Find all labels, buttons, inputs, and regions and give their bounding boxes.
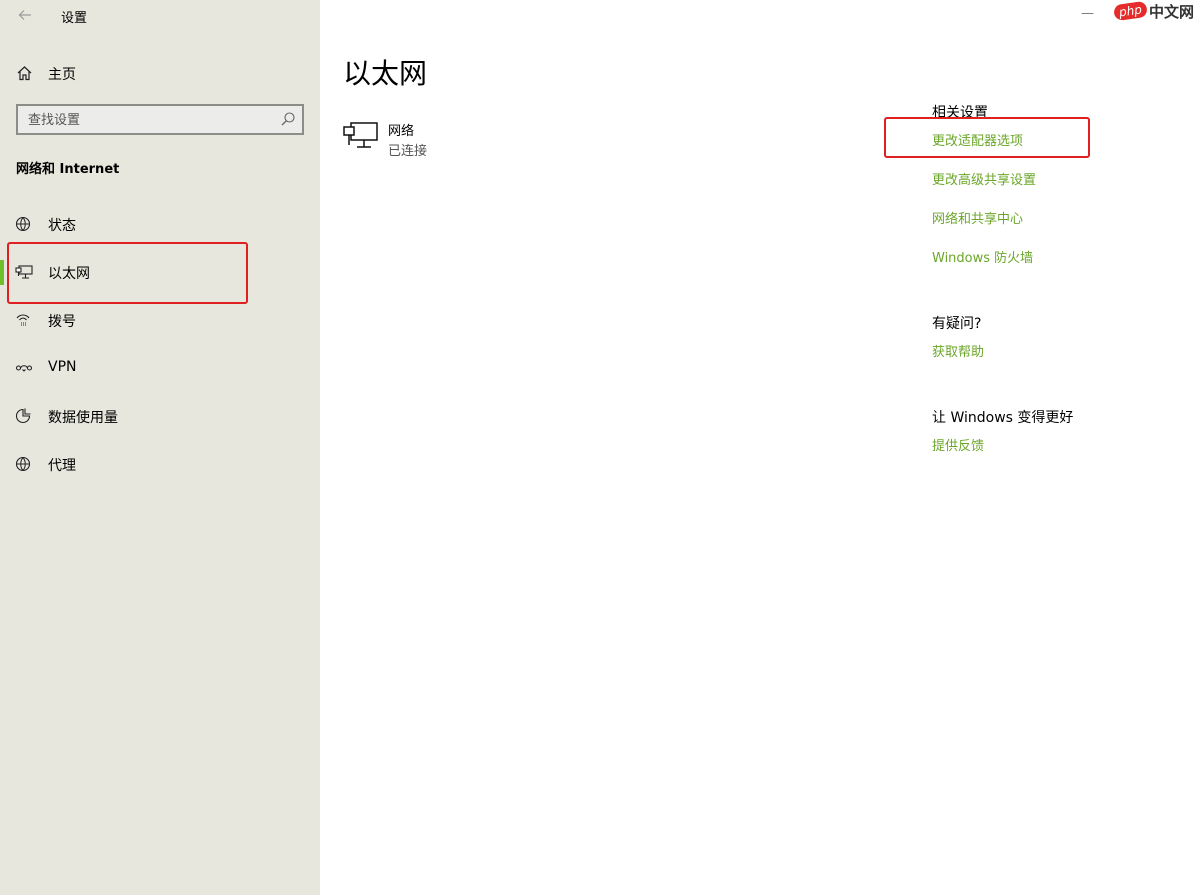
search-box[interactable] [16,104,304,135]
sidebar-item-vpn[interactable]: VPN [0,348,320,388]
sidebar-item-label: 主页 [48,67,76,83]
search-input[interactable] [28,110,268,130]
related-settings-heading: 相关设置 [932,105,988,121]
get-help-link[interactable]: 获取帮助 [932,341,984,360]
back-arrow-icon [18,10,31,20]
watermark: php 中文网 [1113,0,1194,22]
vpn-icon [15,365,33,372]
sidebar-item-status[interactable]: 状态 [0,204,320,244]
page-title: 以太网 [343,57,428,90]
data-usage-icon [15,408,31,424]
search-icon[interactable] [280,111,296,127]
network-name[interactable]: 网络 [388,120,414,139]
sidebar-item-label: 代理 [48,458,76,474]
sidebar-item-label: 拨号 [48,314,76,330]
dialup-icon [16,314,30,326]
sidebar-item-label: 以太网 [48,266,90,282]
advanced-sharing-link[interactable]: 更改高级共享设置 [932,169,1036,188]
minimize-button[interactable]: — [1081,6,1094,21]
sidebar-item-dialup[interactable]: 拨号 [0,300,320,340]
sidebar-item-ethernet[interactable]: 以太网 [0,252,320,292]
app-title: 设置 [61,11,88,26]
feedback-heading: 让 Windows 变得更好 [932,410,1074,426]
change-adapter-options-link[interactable]: 更改适配器选项 [932,130,1023,149]
watermark-text: 中文网 [1148,2,1194,21]
sidebar: 设置 主页 网络和 Internet 状态 以太网 [0,0,320,895]
sidebar-item-home[interactable]: 主页 [0,59,320,87]
ethernet-computer-icon[interactable] [343,120,379,150]
give-feedback-link[interactable]: 提供反馈 [932,435,984,454]
sidebar-item-label: VPN [48,359,77,375]
help-heading: 有疑问? [932,316,982,332]
sidebar-item-label: 状态 [48,218,76,234]
sidebar-item-label: 数据使用量 [48,410,118,426]
globe-icon [15,456,31,472]
back-button[interactable] [14,4,36,26]
section-title: 网络和 Internet [16,162,120,177]
sidebar-item-proxy[interactable]: 代理 [0,444,320,484]
globe-status-icon [15,216,31,232]
watermark-badge: php [1113,0,1148,22]
home-icon [17,66,32,81]
sidebar-item-data-usage[interactable]: 数据使用量 [0,396,320,436]
windows-firewall-link[interactable]: Windows 防火墙 [932,247,1033,266]
ethernet-icon [15,265,33,279]
network-status: 已连接 [388,144,428,159]
network-sharing-center-link[interactable]: 网络和共享中心 [932,208,1023,227]
active-indicator [0,260,4,285]
